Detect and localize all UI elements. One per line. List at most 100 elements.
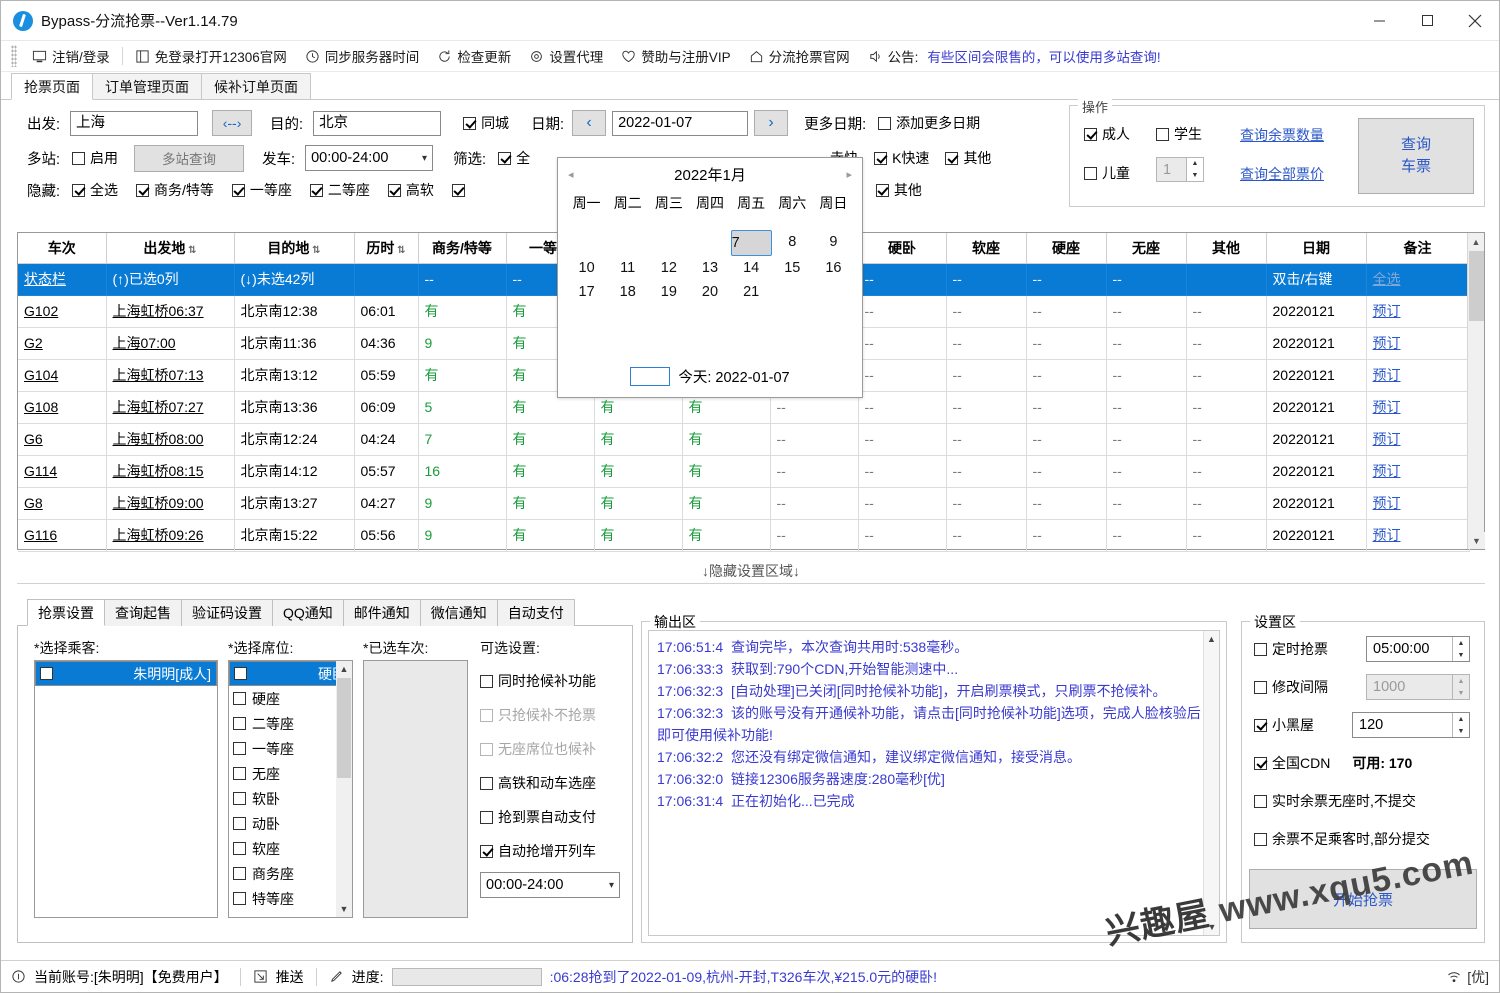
seat-list-item[interactable]: 商务座 <box>229 861 352 886</box>
scrollbar-thumb[interactable] <box>337 678 351 778</box>
tab-booking-page[interactable]: 抢票页面 <box>11 73 93 100</box>
student-checkbox[interactable]: 学生 <box>1156 124 1202 144</box>
minimize-button[interactable] <box>1355 1 1403 41</box>
scroll-up-icon[interactable]: ▲ <box>336 661 352 677</box>
blacklist-checkbox[interactable]: 小黑屋 <box>1254 715 1314 735</box>
cell-book-link[interactable]: 预订 <box>1366 487 1470 520</box>
national-cdn-checkbox[interactable]: 全国CDN <box>1254 753 1330 773</box>
tab-qq-notify[interactable]: QQ通知 <box>272 599 344 626</box>
calendar-day[interactable]: 19 <box>648 280 689 304</box>
seat-list-item[interactable]: 二等座 <box>229 711 352 736</box>
stepper-buttons[interactable]: ▲ ▼ <box>1186 158 1203 181</box>
prev-date-button[interactable]: ‹ <box>572 110 607 136</box>
date-picker-popup[interactable]: ◂ 2022年1月 ▸ 周一 周二 周三 周四 周五 周六 周日 7 8 9 1… <box>557 157 863 398</box>
seat-list-item[interactable]: 一等座 <box>229 736 352 761</box>
calendar-day[interactable]: 13 <box>689 256 730 280</box>
seat-list-item[interactable]: 软卧 <box>229 786 352 811</box>
calendar-day[interactable]: 15 <box>772 256 813 280</box>
cell-book-link[interactable]: 预订 <box>1366 455 1470 488</box>
calendar-day[interactable]: 9 <box>813 230 854 256</box>
col-hard-seat[interactable]: 硬座 <box>1026 233 1107 264</box>
checkbox-box[interactable] <box>233 817 246 830</box>
stepper-up[interactable]: ▲ <box>1453 675 1469 687</box>
hide-item-hard-seat-chk[interactable] <box>451 183 465 197</box>
log-scrollbar[interactable]: ▲ ▼ <box>1203 631 1219 935</box>
tab-query-sale-start[interactable]: 查询起售 <box>104 599 182 626</box>
toolbar-item-official-site[interactable]: 分流抢票官网 <box>740 44 859 68</box>
seat-list-item[interactable]: 特等座 <box>229 886 352 911</box>
adult-checkbox[interactable]: 成人 <box>1084 124 1130 144</box>
multi-station-enable-checkbox[interactable]: 启用 <box>72 148 118 168</box>
hide-item-second-class[interactable]: 二等座 <box>309 180 370 200</box>
stepper-up[interactable]: ▲ <box>1187 158 1203 170</box>
scheduled-grab-checkbox[interactable]: 定时抢票 <box>1254 639 1328 659</box>
option-waitlist-only[interactable]: 只抢候补不抢票 <box>480 698 596 732</box>
toolbar-item-logout[interactable]: 注销/登录 <box>23 44 119 68</box>
toolbar-item-proxy[interactable]: 设置代理 <box>520 44 612 68</box>
option-simultaneous-waitlist[interactable]: 同时抢候补功能 <box>480 664 596 698</box>
tab-captcha-settings[interactable]: 验证码设置 <box>181 599 273 626</box>
from-input[interactable]: 上海 <box>70 110 199 136</box>
checkbox-box[interactable] <box>233 767 246 780</box>
hide-item-other[interactable]: 其他 <box>875 180 922 200</box>
checkbox-box[interactable] <box>233 692 246 705</box>
calendar-day[interactable]: 20 <box>689 280 730 304</box>
cell-train-no[interactable]: G108 <box>18 391 107 424</box>
cell-train-no[interactable]: G2 <box>18 327 107 360</box>
option-auto-pay[interactable]: 抢到票自动支付 <box>480 800 596 834</box>
calendar-today-swatch[interactable] <box>630 367 671 386</box>
swap-stations-button[interactable]: ‹--› <box>212 110 253 136</box>
hide-item-business[interactable]: 商务/特等 <box>136 180 214 200</box>
add-more-dates-checkbox[interactable]: 添加更多日期 <box>878 113 980 133</box>
seat-listbox[interactable]: 硬卧 硬座 二等座 一等座 无座 软卧 动卧 软座 商务座 特等座 ▲ ▼ <box>228 660 353 918</box>
calendar-next-month-icon[interactable]: ▸ <box>846 168 852 181</box>
calendar-day[interactable]: 8 <box>772 230 813 256</box>
stepper-up[interactable]: ▲ <box>1453 637 1469 649</box>
toolbar-item-check-update[interactable]: 检查更新 <box>428 44 520 68</box>
scheduled-grab-time-input[interactable]: 05:00:00 ▲ ▼ <box>1366 636 1470 662</box>
toolbar-item-sponsor-vip[interactable]: 赞助与注册VIP <box>612 44 739 68</box>
push-label[interactable]: 推送 <box>276 967 304 987</box>
col-duration[interactable]: 历时 ⇅ <box>354 233 419 264</box>
to-input[interactable]: 北京 <box>313 110 442 136</box>
same-city-checkbox[interactable]: 同城 <box>463 113 509 133</box>
calendar-day[interactable]: 12 <box>648 256 689 280</box>
hide-item-first-class[interactable]: 一等座 <box>231 180 292 200</box>
option-seat-selection[interactable]: 高铁和动车选座 <box>480 766 596 800</box>
passenger-list-item[interactable]: 朱明明[成人] <box>35 661 217 686</box>
cell-train-no[interactable]: G116 <box>18 519 107 552</box>
cell-book-link[interactable]: 预订 <box>1366 391 1470 424</box>
option-auto-extra-trains[interactable]: 自动抢增开列车 <box>480 834 596 868</box>
seat-list-item[interactable]: 无座 <box>229 761 352 786</box>
checkbox-box[interactable] <box>234 667 247 680</box>
checkbox-box[interactable] <box>233 717 246 730</box>
toolbar-item-sync-time[interactable]: 同步服务器时间 <box>296 44 429 68</box>
table-vertical-scrollbar[interactable]: ▲ ▼ <box>1467 233 1485 549</box>
departure-time-select[interactable]: 00:00-24:00 ▾ <box>305 145 434 171</box>
modify-interval-input[interactable]: 1000 ▲ ▼ <box>1366 674 1470 700</box>
scroll-down-icon[interactable]: ▼ <box>1468 532 1485 549</box>
checkbox-box[interactable] <box>233 892 246 905</box>
seat-list-item[interactable]: 硬卧 <box>229 661 352 686</box>
passenger-listbox[interactable]: 朱明明[成人] <box>34 660 218 918</box>
hide-item-select-all[interactable]: 全选 <box>72 180 118 200</box>
selected-trains-listbox[interactable] <box>363 660 468 918</box>
table-row[interactable]: G6 上海虹桥08:00 北京南12:24 04:24 7 有有有 -- -- -- -- -- --… <box>18 423 1470 456</box>
realtime-noseat-checkbox[interactable]: 实时余票无座时,不提交 <box>1254 791 1416 811</box>
calendar-day-selected[interactable]: 7 <box>730 230 772 256</box>
cell-book-link[interactable]: 预订 <box>1366 327 1470 360</box>
seat-list-item[interactable]: 动卧 <box>229 811 352 836</box>
scroll-down-icon[interactable]: ▼ <box>1204 919 1219 935</box>
calendar-day[interactable]: 18 <box>607 280 648 304</box>
calendar-prev-month-icon[interactable]: ◂ <box>568 168 574 181</box>
toolbar-item-announcement[interactable]: 公告: <box>859 44 928 68</box>
calendar-day[interactable]: 14 <box>731 256 772 280</box>
scrollbar-thumb[interactable] <box>1469 251 1484 321</box>
calendar-day[interactable]: 21 <box>731 280 772 304</box>
stepper-buttons[interactable]: ▲ ▼ <box>1452 675 1469 699</box>
table-row[interactable]: G114 上海虹桥08:15 北京南14:12 05:57 16 有有有 -- -- -- -- -… <box>18 455 1470 488</box>
stepper-up[interactable]: ▲ <box>1453 713 1469 725</box>
table-row[interactable]: G8 上海虹桥09:00 北京南13:27 04:27 9 有有有 -- -- -- -- -- --… <box>18 487 1470 520</box>
stepper-buttons[interactable]: ▲ ▼ <box>1452 637 1469 661</box>
tab-order-management-page[interactable]: 订单管理页面 <box>92 73 202 100</box>
